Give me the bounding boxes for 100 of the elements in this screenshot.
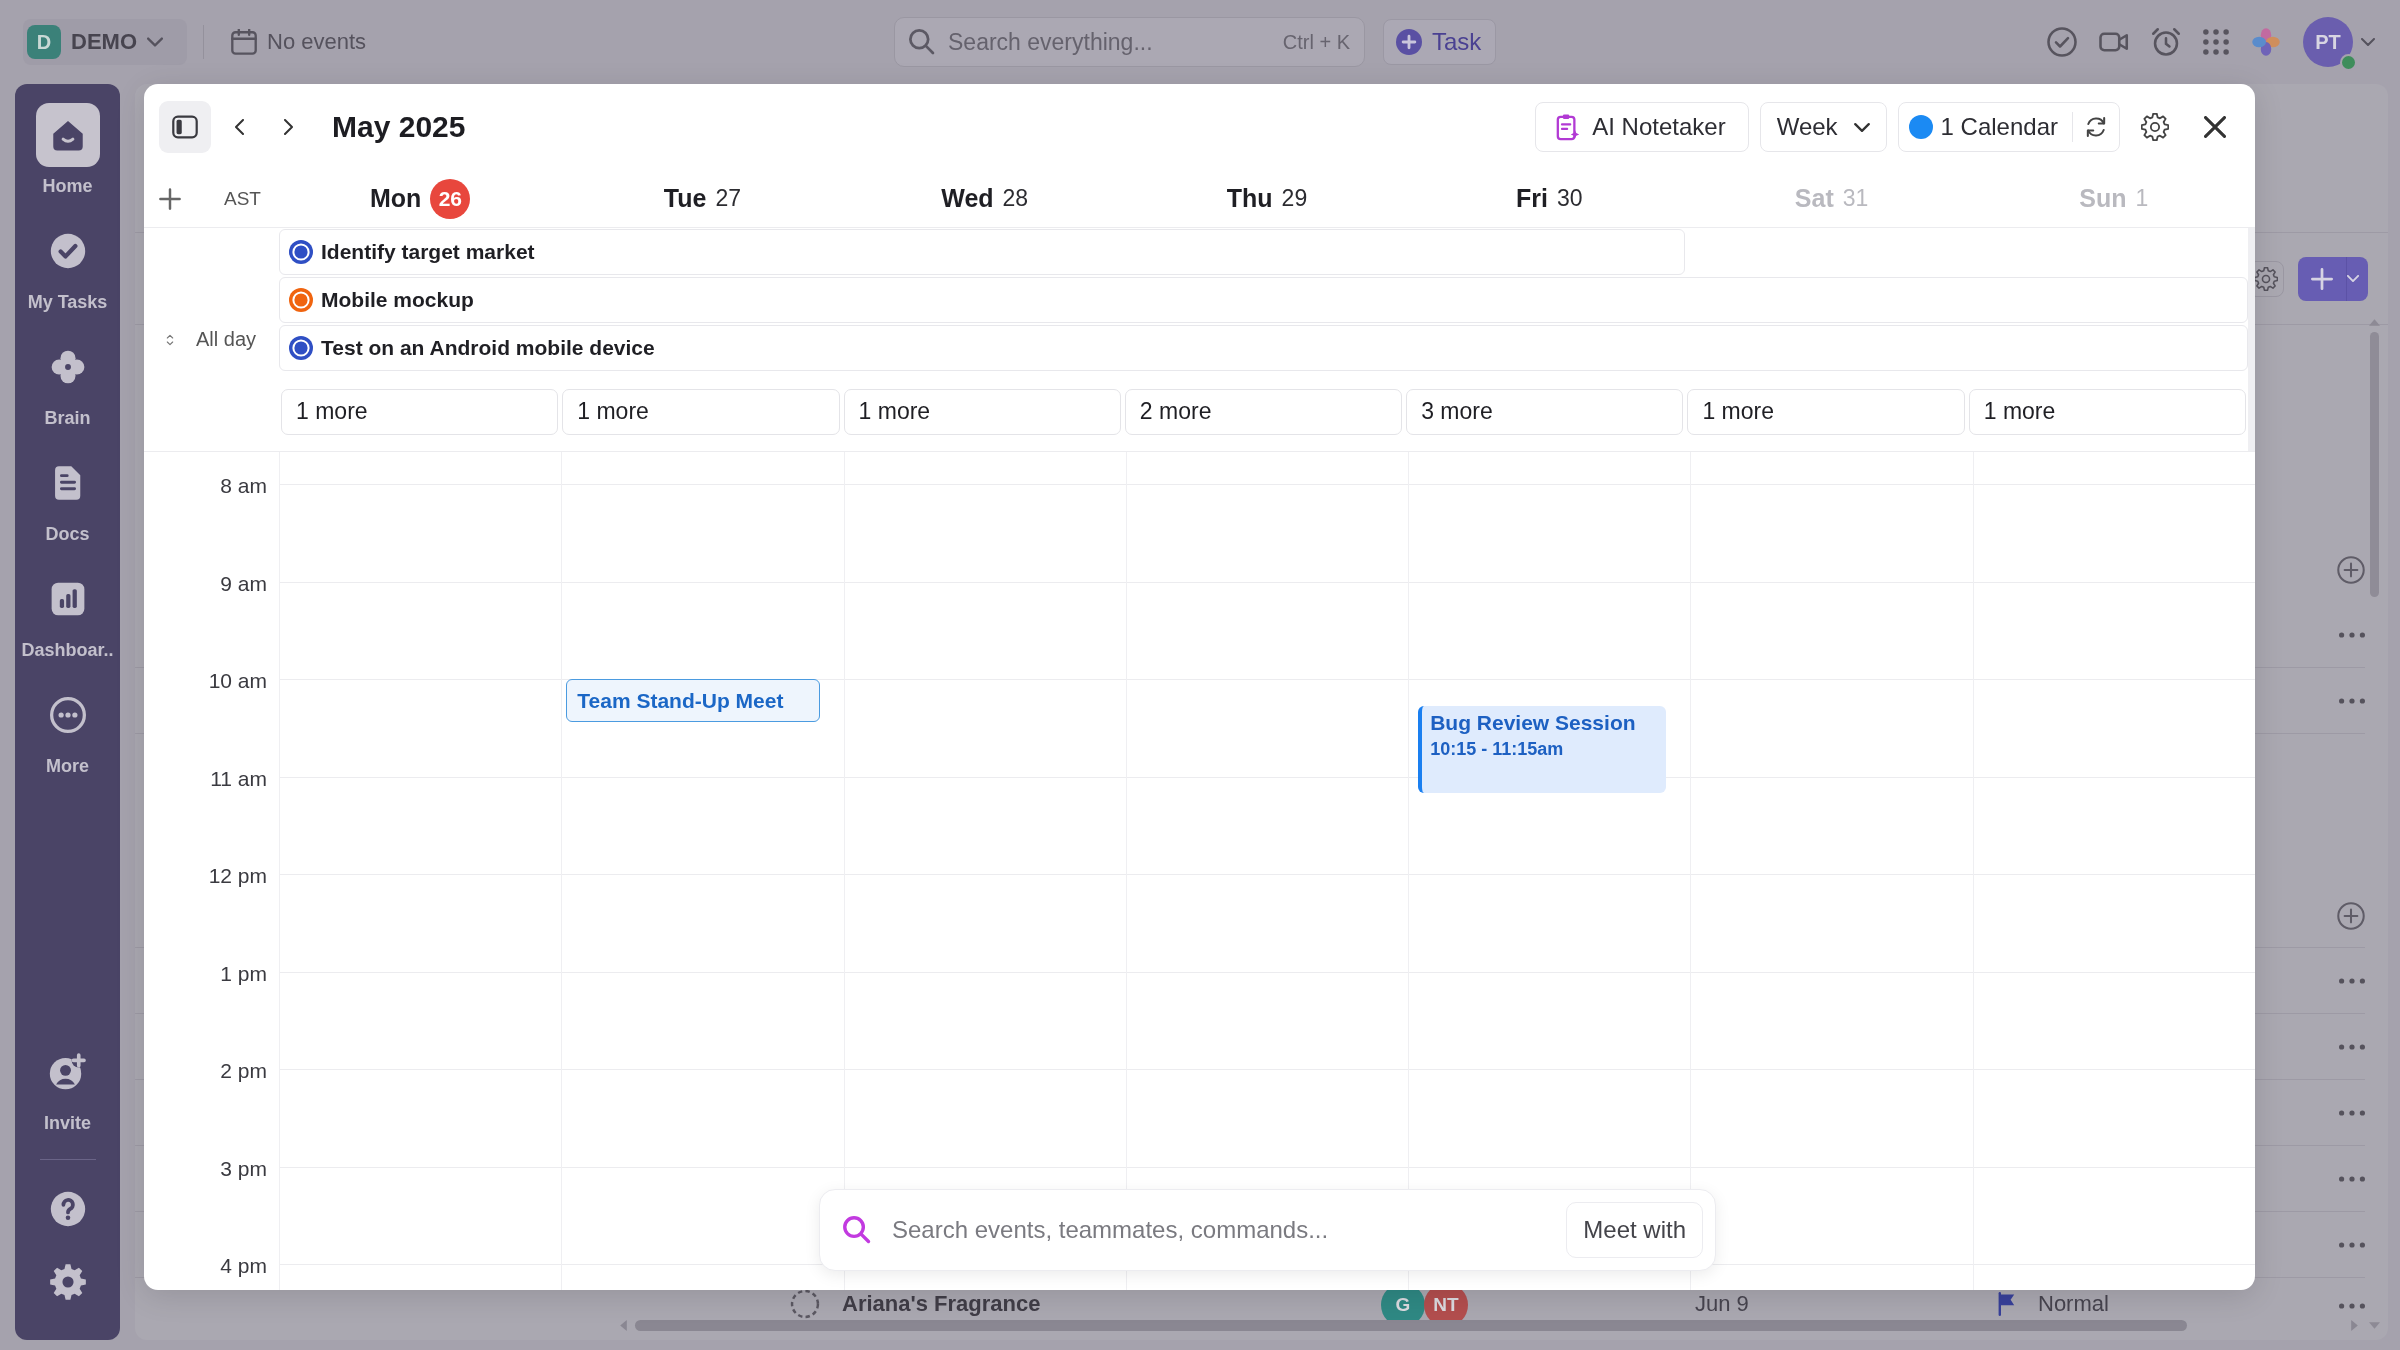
- keyboard-shortcut: Ctrl + K: [1282, 30, 1350, 54]
- day-name: Thu: [1226, 184, 1273, 213]
- more-events-button[interactable]: 3 more: [1406, 388, 1684, 435]
- all-day-event[interactable]: Mobile mockup: [279, 277, 2248, 323]
- search-icon: [909, 29, 935, 55]
- calendar-icon: [231, 29, 257, 55]
- due-date: Jun 9: [1694, 1291, 1750, 1317]
- invite-button[interactable]: Invite: [15, 1040, 120, 1134]
- day-date: 1: [2135, 185, 2149, 212]
- vertical-scrollbar[interactable]: [2370, 332, 2379, 597]
- more-events-button[interactable]: 1 more: [281, 388, 559, 435]
- more-options-icon[interactable]: [2339, 1109, 2365, 1116]
- today-date-badge: 26: [430, 178, 471, 219]
- settings-icon[interactable]: [2141, 113, 2169, 141]
- more-options-icon[interactable]: [2339, 697, 2365, 704]
- month-title: May 2025: [332, 110, 466, 144]
- calendar-dot-icon: [1908, 115, 1933, 139]
- horizontal-scrollbar[interactable]: [635, 1319, 2187, 1331]
- day-name: Wed: [941, 184, 994, 213]
- chevron-right-icon[interactable]: [283, 119, 293, 135]
- more-options-icon[interactable]: [2339, 1303, 2365, 1309]
- more-options-icon[interactable]: [2339, 977, 2365, 984]
- sidebar-item[interactable]: Docs: [15, 451, 120, 545]
- day-date: 30: [1556, 185, 1583, 212]
- event-card[interactable]: Bug Review Session 10:15 - 11:15am: [1418, 706, 1667, 793]
- user-menu-button[interactable]: PT: [2303, 17, 2375, 67]
- help-icon[interactable]: [49, 1191, 86, 1227]
- more-events-button[interactable]: 1 more: [562, 388, 840, 435]
- more-events-button[interactable]: 1 more: [843, 388, 1121, 435]
- settings-icon[interactable]: [49, 1264, 86, 1300]
- all-day-event[interactable]: Test on an Android mobile device: [279, 325, 2248, 371]
- timezone-label: AST: [224, 187, 261, 210]
- day-date: 28: [1002, 185, 1029, 212]
- all-day-label: All day: [196, 328, 257, 351]
- more-options-icon[interactable]: [2339, 631, 2365, 638]
- sidebar-item[interactable]: More: [15, 683, 120, 777]
- day-name: Sun: [2079, 184, 2127, 213]
- alarm-clock-icon[interactable]: [2151, 27, 2181, 57]
- day-date: 29: [1281, 185, 1308, 212]
- hour-label: 8 am: [219, 474, 268, 498]
- priority-label: Normal: [2038, 1291, 2109, 1317]
- sidebar-item[interactable]: Dashboar..: [15, 567, 120, 661]
- hour-label: 11 am: [209, 766, 268, 791]
- plus-circle-icon: [1396, 29, 1422, 55]
- flower-icon[interactable]: [2251, 27, 2281, 57]
- hour-label: 1 pm: [219, 961, 268, 986]
- plus-icon: [2311, 267, 2333, 290]
- chevron-down-icon: [147, 37, 163, 47]
- panel-icon: [172, 114, 198, 140]
- day-name: Sat: [1794, 184, 1834, 213]
- hour-label: 2 pm: [219, 1059, 268, 1083]
- all-day-event[interactable]: Identify target market: [279, 229, 1686, 275]
- plus-icon[interactable]: [159, 187, 181, 210]
- workspace-avatar: D: [27, 25, 61, 59]
- day-date: 27: [715, 185, 741, 212]
- workspace-button[interactable]: D DEMO: [23, 19, 187, 65]
- new-task-button[interactable]: Task: [1383, 19, 1497, 65]
- sidebar-item[interactable]: Home: [15, 103, 120, 197]
- plus-circle-icon[interactable]: [2337, 556, 2365, 584]
- plus-circle-icon[interactable]: [2337, 901, 2365, 930]
- hour-label: 3 pm: [219, 1156, 268, 1181]
- sidebar-toggle-button[interactable]: [159, 101, 211, 153]
- event-title: Mobile mockup: [321, 288, 474, 312]
- view-dropdown[interactable]: Week: [1759, 102, 1887, 152]
- event-title: Bug Review Session: [1430, 711, 1637, 735]
- search-icon: [843, 1216, 871, 1244]
- meet-with-button[interactable]: Meet with: [1566, 1202, 1703, 1258]
- check-circle-icon[interactable]: [2047, 27, 2077, 57]
- calendars-button[interactable]: 1 Calendar: [1898, 103, 2072, 151]
- day-name: Mon: [369, 184, 422, 213]
- dashed-circle-icon[interactable]: [790, 1289, 820, 1319]
- more-options-icon[interactable]: [2339, 1043, 2365, 1050]
- chevron-left-icon[interactable]: [235, 119, 245, 135]
- day-name: Tue: [663, 184, 707, 213]
- sidebar-item[interactable]: Brain: [15, 335, 120, 429]
- more-events-button[interactable]: 1 more: [1687, 388, 1965, 435]
- refresh-icon: [2084, 115, 2108, 139]
- day-date: 31: [1842, 185, 1869, 212]
- ai-notetaker-button[interactable]: AI Notetaker: [1535, 102, 1749, 152]
- add-person-icon: [48, 1053, 87, 1091]
- chevron-down-icon: [2347, 275, 2359, 282]
- add-split-button[interactable]: [2298, 256, 2368, 301]
- more-events-button[interactable]: 1 more: [1968, 388, 2246, 435]
- hour-label: 4 pm: [219, 1254, 268, 1278]
- event-chip[interactable]: Team Stand-Up Meet: [566, 679, 821, 722]
- more-events-button[interactable]: 2 more: [1124, 388, 1403, 435]
- close-icon[interactable]: [2204, 116, 2226, 138]
- settings-icon: [2254, 266, 2278, 291]
- user-avatar: PT: [2303, 17, 2353, 67]
- event-title: Test on an Android mobile device: [321, 336, 655, 360]
- more-options-icon[interactable]: [2339, 1241, 2365, 1248]
- event-time: 10:15 - 11:15am: [1430, 739, 1565, 760]
- chevron-down-icon: [1853, 122, 1870, 132]
- day-name: Fri: [1516, 184, 1548, 213]
- task-name[interactable]: Ariana's Fragrance: [842, 1291, 1381, 1317]
- apps-grid-icon[interactable]: [2203, 29, 2229, 55]
- more-options-icon[interactable]: [2339, 1175, 2365, 1182]
- hour-label: 12 pm: [207, 864, 268, 888]
- sidebar-item[interactable]: My Tasks: [15, 219, 120, 313]
- chevron-down-icon: [2361, 38, 2375, 46]
